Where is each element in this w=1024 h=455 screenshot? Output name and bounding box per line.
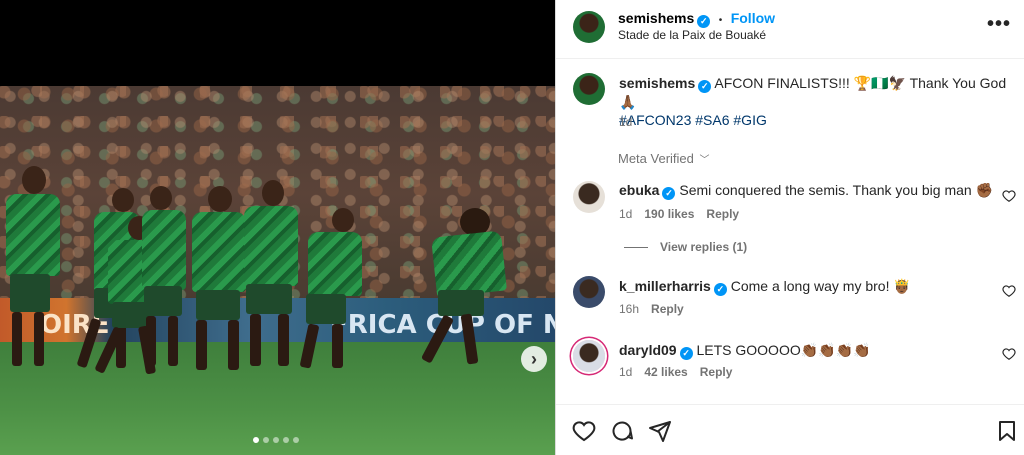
like-comment-icon[interactable]: [1002, 189, 1016, 203]
post-header: semishems ✓ • Follow Stade de la Paix de …: [556, 0, 1024, 59]
comment-text: Come a long way my bro! 🤴🏾: [730, 278, 911, 294]
caption-timestamp[interactable]: 1d: [619, 115, 632, 129]
comment-timestamp[interactable]: 16h: [619, 302, 639, 316]
player-figure: [299, 208, 370, 378]
like-comment-icon[interactable]: [1002, 284, 1016, 298]
player-figure: [2, 166, 62, 376]
verified-badge-icon: ✓: [662, 187, 676, 200]
reply-button[interactable]: Reply: [700, 365, 733, 379]
carousel-dot: [253, 437, 259, 443]
commenter-avatar[interactable]: [573, 276, 605, 308]
like-comment-icon[interactable]: [1002, 347, 1016, 361]
verified-badge-icon: ✓: [713, 283, 727, 296]
carousel-dot: [273, 437, 279, 443]
chevron-down-icon: ﹀: [699, 155, 710, 166]
verified-badge-icon: ✓: [697, 15, 711, 28]
comment-likes[interactable]: 42 likes: [644, 365, 687, 379]
post-photo[interactable]: OIRE FRICA CUP OF NATI: [0, 86, 555, 455]
comment-likes[interactable]: 190 likes: [644, 207, 694, 221]
author-username[interactable]: semishems: [618, 10, 694, 26]
follow-button[interactable]: Follow: [731, 10, 775, 26]
carousel-next-button[interactable]: ›: [521, 346, 547, 372]
caption-author-avatar[interactable]: [573, 73, 605, 105]
more-options-icon[interactable]: •••: [987, 13, 1011, 36]
post-side-panel: semishems ✓ • Follow Stade de la Paix de …: [555, 0, 1024, 455]
verified-badge-icon: ✓: [698, 80, 712, 93]
player-figure: [140, 186, 190, 376]
caption-username[interactable]: semishems: [619, 75, 695, 91]
commenter-username[interactable]: ebuka: [619, 182, 659, 198]
share-send-icon[interactable]: [648, 419, 672, 443]
post-action-bar: [556, 404, 1024, 455]
carousel-dot: [293, 437, 299, 443]
commenter-username[interactable]: k_millerharris: [619, 278, 711, 294]
meta-verified-label: Meta Verified: [618, 151, 694, 166]
hashtag-link[interactable]: #SA6: [695, 112, 729, 128]
meta-verified-toggle[interactable]: Meta Verified ﹀: [618, 151, 710, 166]
post-media: OIRE FRICA CUP OF NATI: [0, 0, 555, 455]
comment-text: LETS GOOOOO👏🏾👏🏾👏🏾👏🏾: [696, 342, 871, 358]
comment-bubble-icon[interactable]: [610, 419, 634, 443]
comment-text: Semi conquered the semis. Thank you big …: [679, 182, 994, 198]
commenter-username[interactable]: daryld09: [619, 342, 677, 358]
reply-button[interactable]: Reply: [651, 302, 684, 316]
carousel-dot: [263, 437, 269, 443]
verified-badge-icon: ✓: [679, 347, 693, 360]
caption: semishems ✓ AFCON FINALISTS!!! 🏆🇳🇬🦅 Thank…: [619, 74, 1014, 129]
carousel-dot: [283, 437, 289, 443]
commenter-avatar[interactable]: [573, 340, 605, 372]
comment-timestamp[interactable]: 1d: [619, 207, 632, 221]
hashtag-link[interactable]: #GIG: [733, 112, 766, 128]
reply-button[interactable]: Reply: [706, 207, 739, 221]
view-replies-label: View replies (1): [660, 240, 748, 254]
view-replies-toggle[interactable]: View replies (1): [624, 240, 747, 254]
save-bookmark-icon[interactable]: [995, 419, 1019, 443]
post-location[interactable]: Stade de la Paix de Bouaké: [618, 28, 766, 42]
author-avatar[interactable]: [573, 11, 605, 43]
player-figure: [408, 208, 528, 378]
commenter-avatar[interactable]: [573, 181, 605, 213]
replies-line: [624, 247, 648, 249]
player-figure: [240, 180, 302, 376]
header-separator: •: [718, 15, 723, 26]
comment-timestamp[interactable]: 1d: [619, 365, 632, 379]
like-heart-icon[interactable]: [572, 419, 596, 443]
carousel-indicator: [253, 437, 299, 443]
